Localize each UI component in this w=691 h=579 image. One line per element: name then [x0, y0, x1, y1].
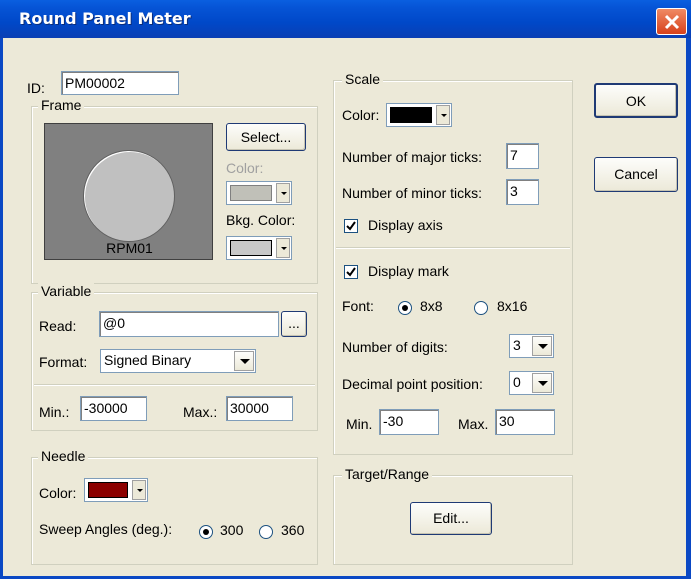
sweep-300-radio[interactable] — [199, 525, 213, 539]
scale-color-label: Color: — [342, 107, 380, 123]
digits-dropdown-arrow[interactable] — [532, 336, 552, 356]
cancel-button[interactable]: Cancel — [594, 157, 678, 192]
window-border-left — [0, 38, 3, 579]
format-label: Format: — [39, 354, 88, 370]
id-input[interactable]: PM00002 — [61, 71, 179, 95]
format-dropdown-arrow[interactable] — [234, 351, 254, 371]
var-min-input[interactable]: -30000 — [80, 396, 147, 421]
font-8x16-label: 8x16 — [497, 298, 528, 314]
variable-separator — [34, 384, 315, 386]
meter-preview-circle — [83, 150, 175, 242]
display-mark-checkbox[interactable] — [344, 265, 358, 279]
close-icon — [664, 14, 680, 30]
bkg-color-label: Bkg. Color: — [226, 212, 296, 228]
format-select[interactable]: Signed Binary — [100, 349, 256, 373]
variable-group-title: Variable — [38, 283, 95, 299]
display-axis-checkbox[interactable] — [344, 219, 358, 233]
frame-color-label: Color: — [226, 160, 264, 176]
scale-min-label: Min. — [346, 416, 373, 432]
frame-group-title: Frame — [38, 97, 85, 113]
scale-color-swatch — [390, 107, 432, 123]
bkg-color-swatch — [230, 240, 272, 256]
decimal-dropdown-arrow[interactable] — [532, 373, 552, 393]
scale-max-label: Max. — [458, 416, 489, 432]
digits-select[interactable]: 3 — [509, 334, 554, 358]
title-bar[interactable]: Round Panel Meter — [0, 0, 691, 38]
scale-max-input[interactable]: 30 — [495, 409, 555, 435]
decimal-value: 0 — [513, 374, 521, 390]
target-edit-button[interactable]: Edit... — [410, 502, 492, 535]
font-8x16-radio[interactable] — [474, 301, 488, 315]
needle-group-title: Needle — [38, 448, 89, 464]
needle-color-dropdown[interactable] — [132, 480, 146, 500]
frame-select-button[interactable]: Select... — [226, 123, 306, 151]
frame-color-picker[interactable] — [226, 181, 292, 205]
var-max-input[interactable]: 30000 — [226, 396, 293, 421]
digits-label: Number of digits: — [342, 339, 448, 355]
needle-color-swatch — [88, 482, 128, 498]
read-browse-button[interactable]: ... — [281, 311, 307, 337]
minor-ticks-input[interactable]: 3 — [506, 179, 539, 205]
window-border-right — [686, 38, 691, 579]
scale-color-picker[interactable] — [386, 103, 452, 127]
checkmark-icon — [346, 267, 356, 277]
digits-value: 3 — [513, 337, 521, 353]
id-label: ID: — [27, 80, 45, 96]
display-axis-label: Display axis — [368, 217, 443, 233]
font-8x8-label: 8x8 — [420, 298, 443, 314]
font-8x8-radio[interactable] — [398, 301, 412, 315]
close-button[interactable] — [656, 8, 687, 35]
scale-separator — [336, 247, 570, 249]
sweep-300-label: 300 — [220, 522, 244, 538]
sweep-label: Sweep Angles (deg.): — [39, 521, 173, 537]
scale-group-title: Scale — [342, 71, 384, 87]
decimal-select[interactable]: 0 — [509, 371, 554, 395]
bkg-color-dropdown[interactable] — [276, 238, 290, 258]
decimal-label: Decimal point position: — [342, 376, 483, 392]
frame-preview: RPM01 — [44, 123, 213, 260]
scale-min-input[interactable]: -30 — [379, 409, 439, 435]
checkmark-icon — [346, 221, 356, 231]
var-min-label: Min.: — [39, 404, 70, 420]
needle-color-label: Color: — [39, 485, 77, 501]
major-ticks-label: Number of major ticks: — [342, 149, 483, 165]
font-label: Font: — [342, 298, 374, 314]
needle-group — [31, 457, 318, 565]
read-label: Read: — [39, 318, 77, 334]
frame-preview-label: RPM01 — [106, 240, 153, 256]
target-range-title: Target/Range — [342, 466, 433, 482]
sweep-360-radio[interactable] — [259, 525, 273, 539]
format-value: Signed Binary — [104, 352, 192, 368]
needle-color-picker[interactable] — [84, 478, 148, 502]
window-title: Round Panel Meter — [19, 9, 191, 28]
major-ticks-input[interactable]: 7 — [506, 143, 539, 169]
frame-color-swatch — [230, 185, 272, 201]
bkg-color-picker[interactable] — [226, 236, 292, 260]
display-mark-label: Display mark — [368, 263, 449, 279]
ok-button[interactable]: OK — [594, 83, 678, 118]
var-max-label: Max.: — [183, 404, 218, 420]
read-input[interactable]: @0 — [99, 311, 279, 337]
minor-ticks-label: Number of minor ticks: — [342, 185, 483, 201]
scale-color-dropdown[interactable] — [436, 105, 450, 125]
frame-color-dropdown[interactable] — [276, 183, 290, 203]
sweep-360-label: 360 — [281, 522, 305, 538]
